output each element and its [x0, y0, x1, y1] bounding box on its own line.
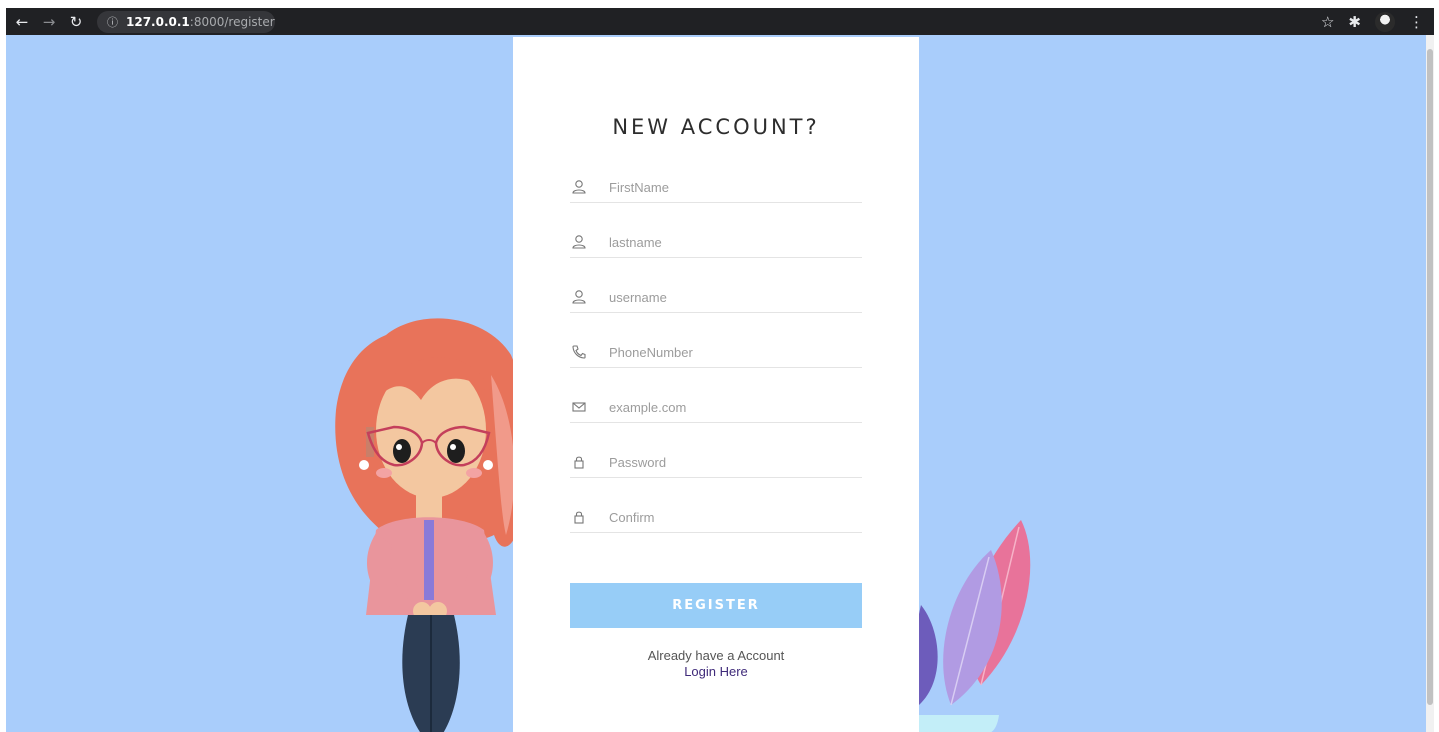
- phone-field: [570, 337, 862, 368]
- firstname-input[interactable]: [609, 179, 849, 195]
- lastname-field: [570, 227, 862, 258]
- phone-icon: [570, 343, 588, 361]
- already-account-text: Already have a Account: [647, 648, 785, 663]
- confirm-password-input[interactable]: [609, 509, 849, 525]
- woman-illustration: [335, 318, 526, 732]
- email-input[interactable]: [609, 399, 849, 415]
- register-card: NEW ACCOUNT? FirstName lastname username…: [513, 37, 919, 732]
- url-path: :8000/register: [189, 14, 275, 29]
- scrollbar-thumb[interactable]: [1427, 49, 1433, 705]
- username-input[interactable]: [609, 289, 849, 305]
- phone-input[interactable]: [609, 344, 849, 360]
- reload-icon[interactable]: ↻: [65, 11, 87, 33]
- lock-icon: [570, 453, 588, 471]
- plant-illustration: [911, 520, 1031, 732]
- confirm-field: [570, 502, 862, 533]
- browser-toolbar: ← → ↻ ⓘ 127.0.0.1:8000/register ☆ ✱ ⋮: [6, 8, 1434, 35]
- mail-icon: [570, 398, 588, 416]
- puzzle-icon[interactable]: ✱: [1348, 13, 1361, 31]
- info-icon[interactable]: ⓘ: [107, 14, 118, 30]
- user-icon: [570, 233, 588, 251]
- user-icon: [570, 288, 588, 306]
- page-title: NEW ACCOUNT?: [612, 115, 820, 139]
- scrollbar[interactable]: [1426, 35, 1434, 732]
- star-icon[interactable]: ☆: [1321, 13, 1334, 31]
- login-link[interactable]: Login Here: [513, 664, 919, 679]
- forward-arrow-icon[interactable]: →: [38, 11, 60, 33]
- menu-dots-icon[interactable]: ⋮: [1409, 13, 1424, 31]
- firstname-field: [570, 172, 862, 203]
- user-icon: [570, 178, 588, 196]
- url-host: 127.0.0.1: [126, 14, 190, 29]
- username-field: [570, 282, 862, 313]
- address-bar[interactable]: ⓘ 127.0.0.1:8000/register: [97, 10, 275, 33]
- lastname-input[interactable]: [609, 234, 849, 250]
- browser-actions: ☆ ✱ ⋮: [1321, 8, 1424, 35]
- email-field: [570, 392, 862, 423]
- lock-icon: [570, 508, 588, 526]
- password-input[interactable]: [609, 454, 849, 470]
- profile-avatar[interactable]: [1375, 11, 1395, 32]
- register-button[interactable]: REGISTER: [570, 583, 862, 628]
- back-arrow-icon[interactable]: ←: [11, 11, 33, 33]
- password-field: [570, 447, 862, 478]
- page-background: NEW ACCOUNT? FirstName lastname username…: [6, 35, 1426, 732]
